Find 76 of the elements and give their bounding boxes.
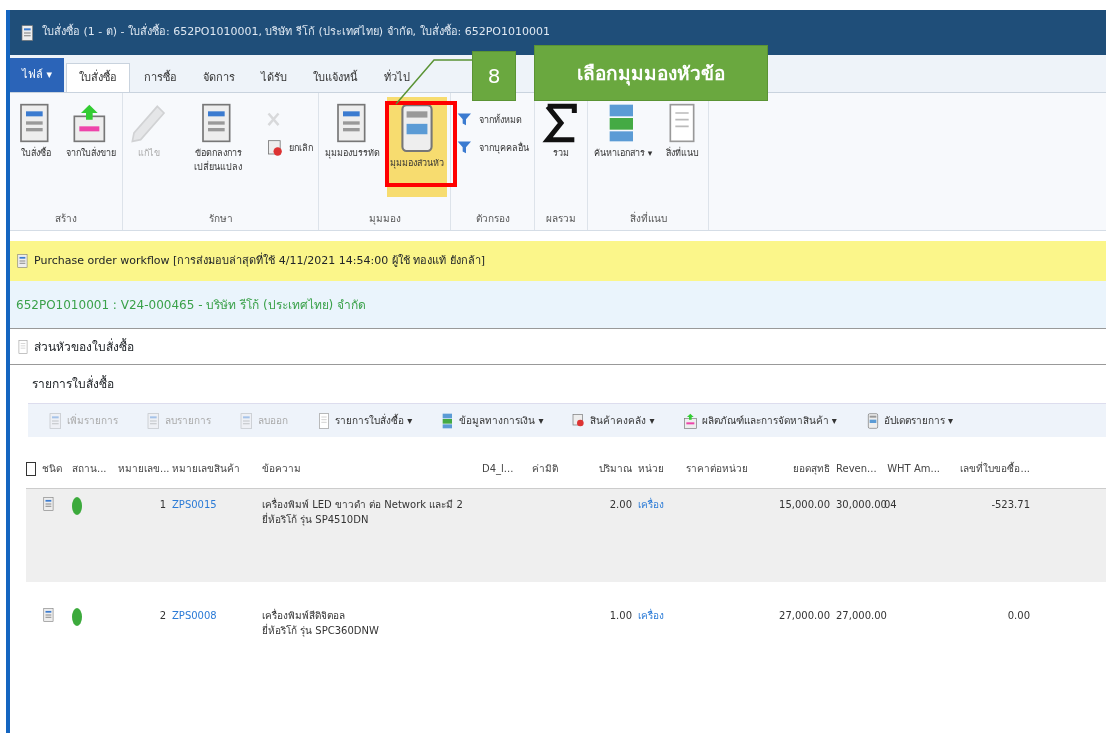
ribbon-tab[interactable]: จัดการ — [191, 63, 248, 92]
table-cell-text: เครื่องพิมพ์ LED ขาวดำ ต่อ Network และมี 2 — [262, 497, 464, 512]
section-header: รายการใบสั่งซื้อ — [32, 375, 114, 393]
column-header[interactable]: สถาน... — [72, 461, 118, 476]
ribbon-button[interactable]: ข้อตกลงการเปลี่ยนแปลง — [176, 97, 260, 197]
unit-link[interactable]: เครื่อง — [638, 497, 678, 512]
item-link[interactable]: ZPS0008 — [172, 608, 262, 623]
toolbar-button[interactable]: สินค้าคงคลัง ▾ — [565, 411, 661, 430]
document-icon — [239, 412, 255, 429]
ribbon-button[interactable]: จากทั้งหมด — [454, 111, 531, 131]
table-cell-text: 2.00 — [608, 498, 633, 512]
column-header[interactable]: D4_l... — [482, 461, 532, 476]
column-header[interactable]: ชนิด — [42, 461, 72, 476]
ribbon-group-label: มุมมอง — [367, 212, 402, 227]
table-cell-text: 1.00 — [608, 609, 633, 623]
ribbon-button[interactable]: จากใบสั่งขาย — [63, 97, 119, 197]
column-header[interactable]: หมายเลขสินค้า — [172, 461, 262, 476]
record-title: 652PO1010001 : V24-000465 - บริษัท รีโก้ (ประเทศไทย) จำกัด — [16, 296, 367, 314]
column-header[interactable]: ปริมาณ — [582, 461, 638, 476]
ribbon-button[interactable]: ยกเลิก — [264, 139, 315, 159]
column-header[interactable]: ยอดสุทธิ — [754, 461, 836, 476]
document-icon — [42, 497, 56, 511]
document-icon — [20, 24, 36, 41]
ribbon-tab[interactable]: ใบสั่งซื้อ — [66, 62, 131, 92]
toolbar-button[interactable]: ข้อมูลทางการเงิน ▾ — [434, 411, 550, 430]
table-cell-text: ยี่ห้อริโก้ รุ่น SP4510DN — [262, 512, 370, 527]
toolbar-button[interactable]: ผลิตภัณฑ์และการจัดหาสินค้า ▾ — [676, 411, 843, 430]
callout-label: เลือกมุมมองหัวข้อ — [534, 45, 768, 101]
column-header[interactable]: หมายเลข... — [118, 461, 172, 476]
ribbon-group-label: ตัวกรอง — [474, 212, 511, 226]
column-header[interactable]: ราคาต่อหน่วย — [678, 461, 754, 476]
status-icon — [72, 608, 82, 626]
table-cell-text: 27,000.00 — [778, 609, 831, 623]
callout-step-badge: 8 — [472, 51, 516, 101]
status-icon — [72, 497, 82, 515]
ribbon-tab[interactable]: ได้รับ — [249, 63, 300, 92]
ribbon-group-label: ผลรวม — [545, 212, 577, 226]
document-arrow-icon — [682, 412, 699, 429]
window-title: ใบสั่งซื้อ (1 - ต) - ใบสั่งซื้อ: 652PO1010001, บริษัท รีโก้ (ประเทศไทย) จำกัด, ใบสั่งซื้อ: 652PO1010001 — [42, 24, 551, 41]
table-cell-text: -523.71 — [990, 498, 1031, 512]
table-cell-text: ยี่ห้อริโก้ รุ่น SPC360DNW — [262, 623, 380, 638]
column-header[interactable]: ข้อความ — [262, 461, 482, 476]
ribbon-group-label: สร้าง — [54, 212, 78, 226]
section-header[interactable]: ส่วนหัวของใบสั่งซื้อ — [34, 337, 134, 356]
document-icon — [42, 608, 56, 622]
column-header[interactable]: WHT Am... — [884, 461, 946, 476]
table-cell-text: 1 — [158, 498, 167, 512]
column-header[interactable]: Reven... — [836, 461, 884, 476]
column-header[interactable]: หน่วย — [638, 461, 678, 476]
ribbon-tab[interactable]: ใบแจ้งหนี้ — [301, 63, 371, 92]
ribbon-button[interactable]: มุมมองบรรทัด — [322, 97, 383, 197]
ribbon-group-label: รักษา — [207, 212, 234, 226]
table-cell-text: 0.00 — [1006, 609, 1031, 623]
ribbon-tab[interactable]: ทั่วไป — [372, 63, 423, 92]
column-header[interactable]: ค่ามิติ — [532, 461, 582, 476]
item-link[interactable]: ZPS0015 — [172, 497, 262, 512]
page-icon — [16, 339, 30, 354]
select-all-checkbox[interactable] — [26, 461, 36, 476]
table-cell-text: 27,000.00 — [836, 609, 884, 623]
ribbon-tab[interactable]: การซื้อ — [132, 63, 190, 92]
file-menu-button[interactable]: ไฟล์ ▾ — [10, 58, 65, 92]
workflow-text: Purchase order workflow [การส่งมอบล่าสุดที่ใช้ 4/11/2021 14:54:00 ผู้ใช้ ทองแท้ ยังกล้า] — [34, 252, 485, 269]
toolbar-button[interactable]: รายการใบสั่งซื้อ ▾ — [310, 411, 419, 430]
document-icon — [146, 412, 162, 429]
document-icon — [16, 254, 30, 268]
table-cell-text: 15,000.00 — [778, 498, 831, 512]
ribbon-button[interactable]: ใบสั่งซื้อ — [13, 97, 59, 197]
unit-link[interactable]: เครื่อง — [638, 608, 678, 623]
table-cell-text: 2 — [158, 609, 167, 623]
page-icon — [316, 412, 332, 429]
table-cell-text: เครื่องพิมพ์สีดิจิตอล — [262, 608, 346, 623]
toolbar-button[interactable]: อัปเดตรายการ ▾ — [858, 411, 959, 430]
column-header[interactable]: เลขที่ใบขอซื้อ... — [946, 461, 1036, 476]
ribbon-button[interactable]: จากบุคคลอื่น — [454, 139, 531, 159]
ribbon-group-label: สิ่งที่แนบ — [628, 210, 668, 226]
document-icon — [48, 412, 64, 429]
